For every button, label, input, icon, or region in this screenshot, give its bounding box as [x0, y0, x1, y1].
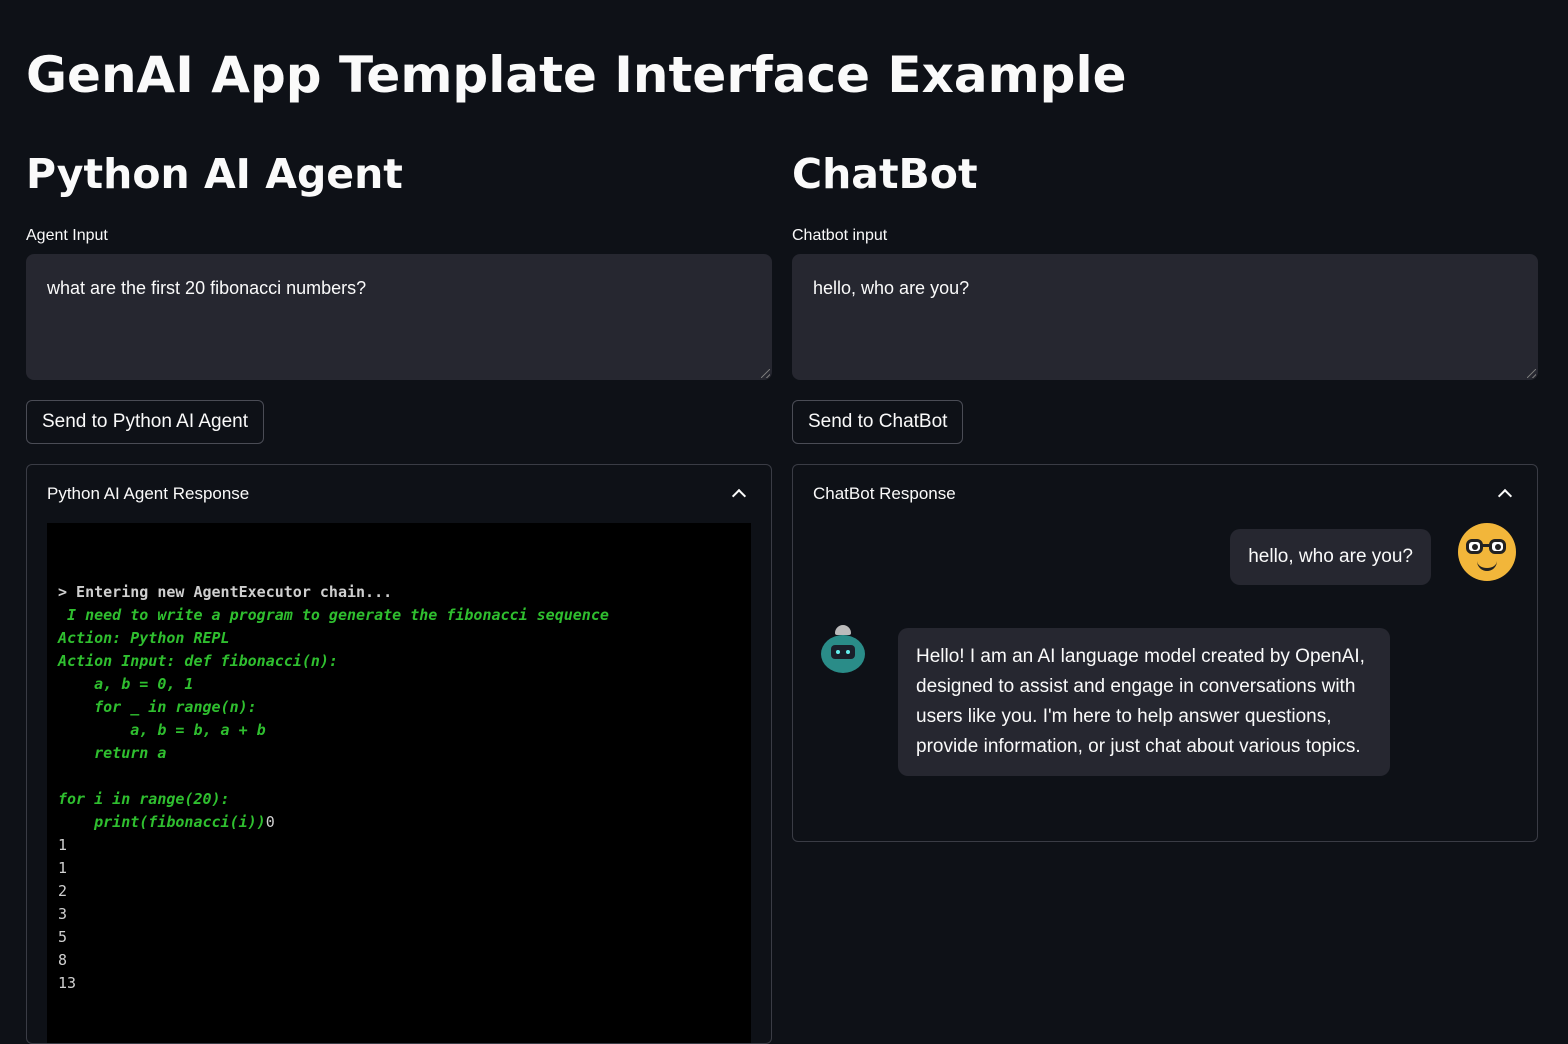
console-line: Action: Python REPL	[58, 629, 230, 647]
resize-grip-icon[interactable]	[1527, 369, 1536, 378]
page-title: GenAI App Template Interface Example	[26, 46, 1127, 104]
agent-console-output: > Entering new AgentExecutor chain... I …	[47, 523, 751, 1043]
console-line: return a	[58, 744, 167, 762]
chatbot-input[interactable]: hello, who are you?	[792, 254, 1538, 380]
console-line: Action Input: def fibonacci(n):	[58, 652, 338, 670]
chatbot-title: ChatBot	[792, 150, 978, 198]
chatbot-response-panel: ChatBot Response hello, who are you? Hel…	[792, 464, 1538, 842]
agent-column: Python AI Agent Agent Input what are the…	[26, 140, 772, 1044]
console-line: 1	[58, 859, 68, 877]
console-line: 13	[58, 974, 77, 992]
chevron-up-icon[interactable]	[1497, 488, 1513, 504]
console-line: a, b = b, a + b	[58, 721, 266, 739]
agent-title: Python AI Agent	[26, 150, 403, 198]
robot-icon	[819, 625, 867, 675]
agent-input[interactable]: what are the first 20 fibonacci numbers?	[26, 254, 772, 380]
console-line: 1	[58, 836, 68, 854]
console-line: for _ in range(n):	[58, 698, 257, 716]
console-line: 2	[58, 882, 68, 900]
send-to-chatbot-button[interactable]: Send to ChatBot	[792, 400, 964, 444]
chatbot-input-label: Chatbot input	[792, 227, 888, 244]
console-line: 8	[58, 951, 68, 969]
user-message: hello, who are you?	[1230, 529, 1431, 585]
agent-input-label: Agent Input	[26, 227, 108, 244]
chatbot-response-title: ChatBot Response	[813, 484, 956, 503]
console-line: a, b = 0, 1	[58, 675, 194, 693]
send-to-agent-button[interactable]: Send to Python AI Agent	[26, 400, 264, 444]
bot-message: Hello! I am an AI language model created…	[898, 628, 1390, 776]
console-line: print(fibonacci(i))0	[58, 813, 275, 831]
agent-response-panel: Python AI Agent Response > Entering new …	[26, 464, 772, 1044]
chatbot-input-value: hello, who are you?	[813, 278, 970, 298]
console-line: for i in range(20):	[58, 790, 230, 808]
chevron-up-icon[interactable]	[731, 488, 747, 504]
console-line: 3	[58, 905, 68, 923]
console-line: 5	[58, 928, 68, 946]
chatbot-column: ChatBot Chatbot input hello, who are you…	[792, 140, 1538, 842]
agent-input-value: what are the first 20 fibonacci numbers?	[47, 278, 367, 298]
console-line: I need to write a program to generate th…	[58, 606, 609, 624]
chatbot-response-header[interactable]: ChatBot Response	[793, 465, 1537, 523]
nerd-face-icon	[1458, 523, 1516, 581]
console-line: > Entering new AgentExecutor chain...	[58, 583, 393, 601]
agent-response-title: Python AI Agent Response	[47, 484, 250, 503]
agent-response-header[interactable]: Python AI Agent Response	[27, 465, 771, 523]
resize-grip-icon[interactable]	[761, 369, 770, 378]
